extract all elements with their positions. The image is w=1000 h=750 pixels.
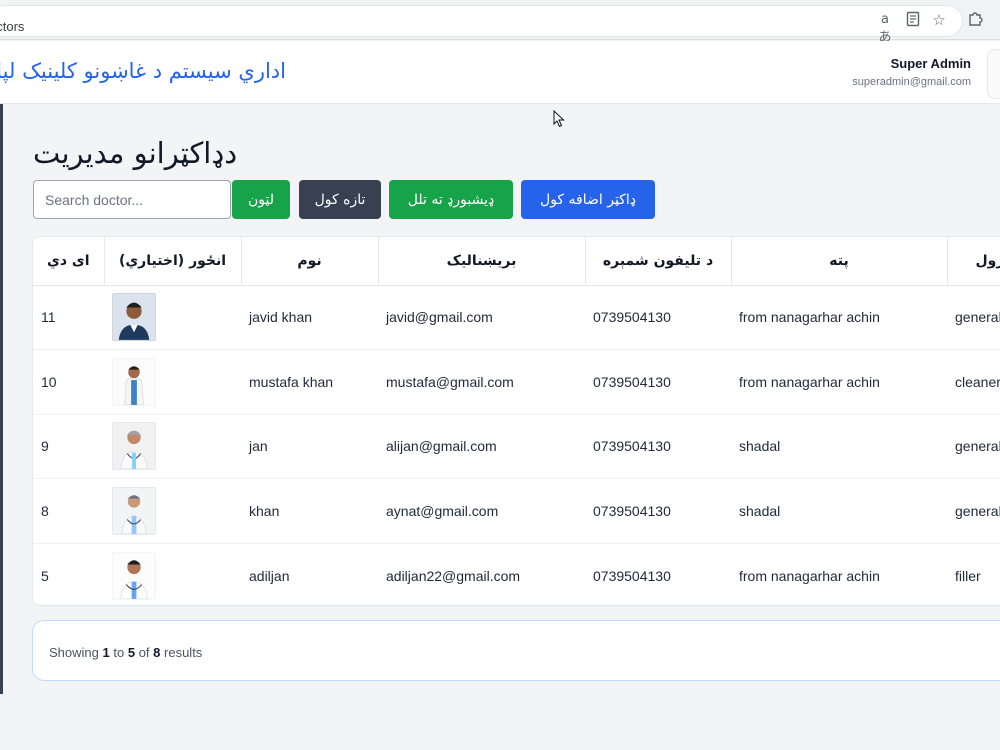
pagination-of-word: of	[138, 645, 150, 660]
cell-address: shadal	[731, 478, 947, 544]
cell-role: general	[947, 478, 1000, 544]
cell-name: khan	[241, 478, 378, 544]
cell-photo	[104, 543, 241, 605]
search-input[interactable]	[33, 180, 231, 219]
table-row[interactable]: 5 adiljan adiljan22@gmail.com 0739504130…	[33, 543, 1000, 605]
doctors-table: ای دي انځور (اختیاري) نوم بریښنالیک د تل…	[33, 237, 1000, 605]
cell-phone: 0739504130	[585, 349, 731, 415]
cell-email: aynat@gmail.com	[378, 478, 585, 544]
reader-icon[interactable]	[904, 11, 922, 29]
cell-id: 5	[41, 567, 49, 584]
cell-id: 11	[33, 285, 104, 350]
column-header-id: ای دي	[33, 237, 105, 286]
cell-address: shadal	[731, 414, 947, 479]
refresh-button[interactable]: تازه کول	[299, 180, 381, 219]
cell-email: mustafa@gmail.com	[378, 349, 585, 415]
cell-email: adiljan22@gmail.com	[386, 567, 521, 584]
pagination-suffix: results	[164, 645, 203, 660]
browser-toolbar: octors aあ ☆	[0, 0, 1000, 45]
doctor-photo	[112, 357, 156, 406]
cell-address: from nanagarhar achin	[731, 285, 947, 350]
cell-id: 10	[33, 349, 104, 415]
address-bar-url[interactable]: octors	[0, 19, 24, 34]
bookmark-star-icon[interactable]: ☆	[930, 11, 948, 29]
search-button[interactable]: لټون	[232, 180, 290, 219]
mouse-cursor-icon	[553, 110, 565, 128]
pagination-to-word: to	[113, 645, 125, 660]
user-avatar[interactable]	[987, 49, 1000, 99]
go-to-dashboard-button[interactable]: ډیشبورډ ته تلل	[389, 180, 513, 219]
pagination-total: 8	[153, 645, 161, 660]
cell-role: cleaner	[947, 349, 1000, 415]
doctor-photo	[112, 293, 156, 342]
pagination-prefix: Showing	[49, 645, 99, 660]
doctor-photo	[112, 551, 156, 600]
cell-role: general	[947, 285, 1000, 350]
column-header-photo: انځور (اختیاري)	[104, 237, 242, 286]
cell-email: alijan@gmail.com	[378, 414, 585, 479]
address-bar[interactable]: octors	[0, 5, 963, 37]
column-header-name: نوم	[241, 237, 379, 286]
cell-phone: 0739504130	[585, 478, 731, 544]
doctor-photo	[112, 422, 156, 471]
cell-photo	[104, 478, 241, 544]
translate-icon[interactable]: aあ	[876, 11, 894, 45]
app-title: اداري سیستم د غاښونو کلینیک لپاره	[0, 59, 286, 83]
table-row[interactable]: 10 mustafa khan mustafa@gmail.com 073950…	[33, 349, 1000, 415]
doctors-table-card: ای دي انځور (اختیاري) نوم بریښنالیک د تل…	[32, 236, 1000, 606]
cell-address: from nanagarhar achin	[739, 567, 880, 584]
cell-role: filler	[955, 567, 981, 584]
table-row[interactable]: 8 khan aynat@gmail.com 0739504130 shadal…	[33, 478, 1000, 544]
cell-name: mustafa khan	[241, 349, 378, 415]
table-header-row: ای دي انځور (اختیاري) نوم بریښنالیک د تل…	[33, 237, 1000, 286]
table-row[interactable]: 11 javid khan javid@gmail.com 0739504130…	[33, 285, 1000, 350]
cell-phone: 0739504130	[585, 414, 731, 479]
pagination-bar: Showing 1 to 5 of 8 results	[32, 620, 1000, 681]
cell-name: jan	[241, 414, 378, 479]
cell-photo	[104, 349, 241, 415]
cell-phone: 0739504130	[593, 567, 671, 584]
cell-email: javid@gmail.com	[378, 285, 585, 350]
cell-phone: 0739504130	[585, 285, 731, 350]
column-header-address: پته	[731, 237, 948, 286]
cell-photo	[104, 414, 241, 479]
column-header-email: بریښنالیک	[378, 237, 586, 286]
cell-photo	[104, 285, 241, 350]
doctor-photo	[112, 486, 156, 535]
column-header-phone: د تلیفون شمېره	[585, 237, 732, 286]
cell-id: 8	[33, 478, 104, 544]
user-email: superadmin@gmail.com	[852, 76, 971, 88]
cell-name: adiljan	[249, 567, 290, 584]
pagination-to: 5	[127, 645, 136, 660]
cell-name: javid khan	[241, 285, 378, 350]
column-header-role: رول	[947, 237, 1000, 286]
pagination-summary: Showing 1 to 5 of 8 results	[49, 645, 202, 660]
cell-id: 9	[33, 414, 104, 479]
table-row[interactable]: 9 jan alijan@gmail.com 0739504130 shadal…	[33, 414, 1000, 479]
cell-address: from nanagarhar achin	[731, 349, 947, 415]
add-doctor-button[interactable]: ډاکټر اضافه کول	[521, 180, 655, 219]
app-header: اداري سیستم د غاښونو کلینیک لپاره Super …	[0, 41, 1000, 104]
pagination-from: 1	[102, 645, 110, 660]
extensions-icon[interactable]	[966, 11, 984, 29]
sidebar-edge	[0, 104, 3, 694]
page-title: دډاکټرانو مدیریت	[33, 136, 238, 170]
user-name: Super Admin	[890, 56, 971, 71]
cell-role: general	[947, 414, 1000, 479]
